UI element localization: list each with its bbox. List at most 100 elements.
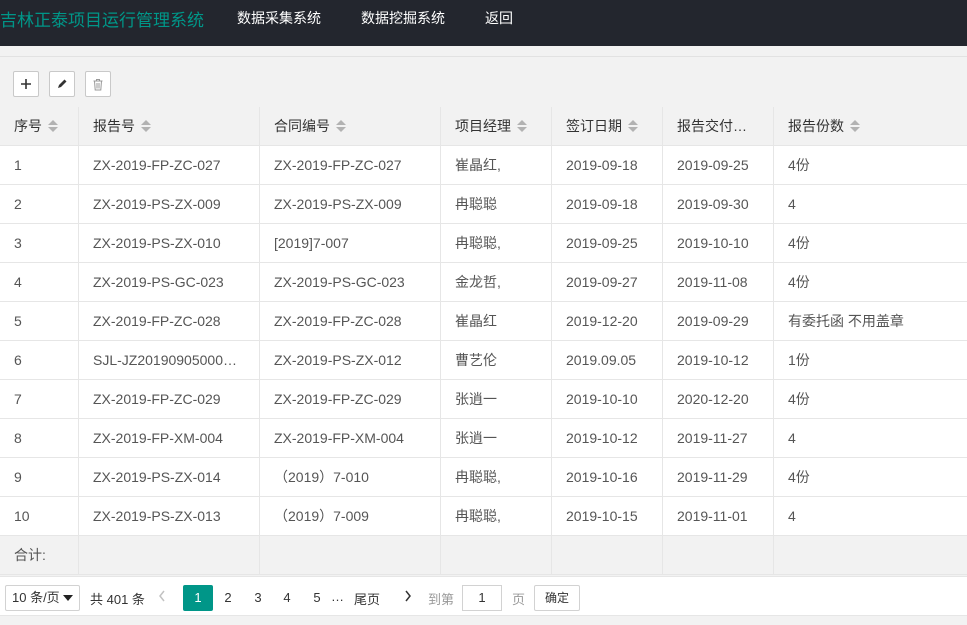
cell-contract-no: ZX-2019-PS-GC-023 xyxy=(260,263,441,302)
edit-button[interactable] xyxy=(49,71,75,97)
cell-contract-no: ZX-2019-FP-ZC-027 xyxy=(260,146,441,185)
table-row[interactable]: 10 ZX-2019-PS-ZX-013 （2019）7-009 冉聪聪, 2019-1… xyxy=(0,497,967,536)
chevron-right-icon xyxy=(405,590,411,602)
last-page-button[interactable]: 尾页 xyxy=(354,589,380,608)
goto-page-input[interactable]: 1 xyxy=(462,585,502,611)
cell-report-no: ZX-2019-FP-XM-004 xyxy=(79,419,260,458)
cell-report-copies: 1份 xyxy=(788,352,810,368)
cell-sign-date: 2019-09-18 xyxy=(552,146,663,185)
column-header-report-copies[interactable]: 报告份数 xyxy=(774,107,967,146)
confirm-button[interactable]: 确定 xyxy=(534,585,580,611)
nav-item-data-mining[interactable]: 数据挖掘系统 xyxy=(361,8,445,28)
cell-report-copies: 4 xyxy=(788,430,796,446)
delete-button[interactable] xyxy=(85,71,111,97)
cell-sign-date: 2019-10-16 xyxy=(552,458,663,497)
page-number-4[interactable]: 4 xyxy=(277,585,297,611)
cell-index: 5 xyxy=(0,302,79,341)
table-row[interactable]: 4 ZX-2019-PS-GC-023 ZX-2019-PS-GC-023 金龙哲, 2… xyxy=(0,263,967,302)
plus-icon xyxy=(21,79,31,89)
column-header-label: 报告号 xyxy=(93,118,135,134)
total-cell xyxy=(441,536,552,575)
cell-report-no: SJL-JZ20190905000… xyxy=(79,341,260,380)
cell-report-copies: 4份 xyxy=(788,157,810,173)
cell-report-no: ZX-2019-PS-ZX-013 xyxy=(79,497,260,536)
sort-icon[interactable] xyxy=(517,119,527,133)
page-number-1[interactable]: 1 xyxy=(183,585,213,611)
cell-report-no: ZX-2019-PS-GC-023 xyxy=(79,263,260,302)
table-row[interactable]: 3 ZX-2019-PS-ZX-010 [2019]7-007 冉聪聪, 2019-09… xyxy=(0,224,967,263)
sort-icon[interactable] xyxy=(48,119,58,133)
cell-report-copies: 4份 xyxy=(788,235,810,251)
cell-report-no: ZX-2019-PS-ZX-009 xyxy=(79,185,260,224)
table-row[interactable]: 6 SJL-JZ20190905000… ZX-2019-PS-ZX-012 曹艺伦 2… xyxy=(0,341,967,380)
cell-project-manager: 冉聪聪, xyxy=(441,458,552,497)
nav-item-data-collection[interactable]: 数据采集系统 xyxy=(237,8,321,28)
cell-index: 4 xyxy=(0,263,79,302)
column-header-delivery-date[interactable]: 报告交付… xyxy=(663,107,774,146)
table-row[interactable]: 5 ZX-2019-FP-ZC-028 ZX-2019-FP-ZC-028 崔晶红 20… xyxy=(0,302,967,341)
cell-report-copies: 4 xyxy=(788,508,796,524)
cell-project-manager: 金龙哲, xyxy=(441,263,552,302)
cell-project-manager: 曹艺伦 xyxy=(441,341,552,380)
sort-icon[interactable] xyxy=(141,119,151,133)
next-page-button[interactable] xyxy=(403,589,413,606)
column-header-label: 报告交付… xyxy=(677,118,747,134)
nav-item-back[interactable]: 返回 xyxy=(485,8,513,28)
cell-index: 6 xyxy=(0,341,79,380)
cell-report-no: ZX-2019-PS-ZX-014 xyxy=(79,458,260,497)
cell-contract-no: ZX-2019-FP-XM-004 xyxy=(260,419,441,458)
cell-report-copies: 有委托函 不用盖章 xyxy=(788,313,904,329)
page-size-select[interactable]: 10 条/页 xyxy=(5,585,80,611)
table-row[interactable]: 7 ZX-2019-FP-ZC-029 ZX-2019-FP-ZC-029 张逍一 20… xyxy=(0,380,967,419)
total-cell xyxy=(552,536,663,575)
pagination-ellipsis: … xyxy=(331,589,344,604)
chevron-down-icon xyxy=(63,595,73,601)
column-header-contract-no[interactable]: 合同编号 xyxy=(260,107,441,146)
cell-delivery-date: 2020-12-20 xyxy=(663,380,774,419)
table-header-row: 序号 报告号 合同编号 项目经理 签订日期 报告交付… 报告份数 xyxy=(0,107,967,146)
prev-page-button[interactable] xyxy=(157,589,167,606)
table-toolbar xyxy=(0,56,967,107)
table-total-row: 合计: xyxy=(0,536,967,575)
cell-contract-no: （2019）7-009 xyxy=(260,497,441,536)
cell-delivery-date: 2019-10-10 xyxy=(663,224,774,263)
cell-contract-no: ZX-2019-PS-ZX-012 xyxy=(260,341,441,380)
column-header-label: 项目经理 xyxy=(455,118,511,134)
cell-delivery-date: 2019-09-25 xyxy=(663,146,774,185)
cell-delivery-date: 2019-11-29 xyxy=(663,458,774,497)
column-header-label: 序号 xyxy=(14,118,42,134)
page-size-value: 10 条/页 xyxy=(12,590,60,605)
column-header-project-manager[interactable]: 项目经理 xyxy=(441,107,552,146)
page-number-5[interactable]: 5 xyxy=(307,585,327,611)
cell-index: 7 xyxy=(0,380,79,419)
column-header-label: 合同编号 xyxy=(274,118,330,134)
cell-delivery-date: 2019-09-29 xyxy=(663,302,774,341)
page-unit-label: 页 xyxy=(512,592,526,607)
page-number-2[interactable]: 2 xyxy=(218,585,238,611)
cell-sign-date: 2019-09-27 xyxy=(552,263,663,302)
cell-sign-date: 2019-12-20 xyxy=(552,302,663,341)
cell-sign-date: 2019.09.05 xyxy=(552,341,663,380)
column-header-label: 报告份数 xyxy=(788,118,844,134)
page-number-3[interactable]: 3 xyxy=(248,585,268,611)
pencil-icon xyxy=(58,79,67,88)
table-row[interactable]: 1 ZX-2019-FP-ZC-027 ZX-2019-FP-ZC-027 崔晶红, 2… xyxy=(0,146,967,185)
column-header-report-no[interactable]: 报告号 xyxy=(79,107,260,146)
table-row[interactable]: 8 ZX-2019-FP-XM-004 ZX-2019-FP-XM-004 张逍一 20… xyxy=(0,419,967,458)
cell-index: 9 xyxy=(0,458,79,497)
column-header-index[interactable]: 序号 xyxy=(0,107,79,146)
cell-project-manager: 张逍一 xyxy=(441,419,552,458)
cell-contract-no: ZX-2019-FP-ZC-029 xyxy=(260,380,441,419)
add-button[interactable] xyxy=(13,71,39,97)
goto-label: 到第 xyxy=(428,592,455,607)
table-row[interactable]: 2 ZX-2019-PS-ZX-009 ZX-2019-PS-ZX-009 冉聪聪 20… xyxy=(0,185,967,224)
cell-project-manager: 崔晶红 xyxy=(441,302,552,341)
cell-sign-date: 2019-09-18 xyxy=(552,185,663,224)
sort-icon[interactable] xyxy=(850,119,860,133)
column-header-sign-date[interactable]: 签订日期 xyxy=(552,107,663,146)
table-row[interactable]: 9 ZX-2019-PS-ZX-014 （2019）7-010 冉聪聪, 2019-10… xyxy=(0,458,967,497)
sort-icon[interactable] xyxy=(336,119,346,133)
column-header-label: 签订日期 xyxy=(566,118,622,134)
sort-icon[interactable] xyxy=(628,119,638,133)
cell-sign-date: 2019-09-25 xyxy=(552,224,663,263)
